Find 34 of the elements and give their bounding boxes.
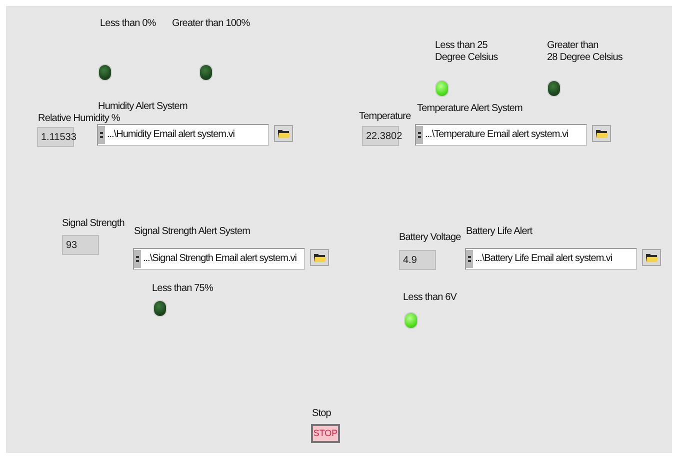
path-icon [416,126,423,144]
led-label: Less than 6V [403,292,457,304]
path-label: Signal Strength Alert System [134,226,250,238]
path-field[interactable]: ...\Signal Strength Email alert system.vi [133,248,305,270]
browse-button[interactable] [274,125,293,142]
led-label: Less than 25 Degree Celsius [435,40,498,64]
path-icon [98,126,105,144]
path-label: Humidity Alert System [98,101,188,113]
folder-icon [646,252,658,262]
path-field[interactable]: ...\Temperature Email alert system.vi [415,124,587,146]
led-label: Less than 75% [152,283,213,295]
numeric-label: Signal Strength [62,218,124,230]
numeric-indicator: 1.11533 [37,127,74,147]
numeric-label: Battery Voltage [399,232,461,244]
browse-button[interactable] [642,249,661,266]
path-field[interactable]: ...\Humidity Email alert system.vi [97,124,269,146]
numeric-indicator: 93 [62,235,99,255]
path-label: Temperature Alert System [417,103,522,115]
folder-icon [278,128,290,138]
numeric-label: Temperature [359,111,411,123]
path-icon [466,250,473,268]
led-label: Greater than 28 Degree Celsius [547,40,622,64]
path-icon [134,250,141,268]
browse-button[interactable] [310,249,329,266]
led-label: Greater than 100% [172,18,250,30]
numeric-label: Relative Humidity % [38,113,120,125]
led-label: Less than 0% [100,18,156,30]
stop-label: Stop [312,408,331,420]
folder-icon [314,252,326,262]
path-field[interactable]: ...\Battery Life Email alert system.vi [465,248,637,270]
numeric-indicator: 4.9 [399,250,436,270]
browse-button[interactable] [592,125,611,142]
folder-icon [596,128,608,138]
path-label: Battery Life Alert [466,226,532,238]
